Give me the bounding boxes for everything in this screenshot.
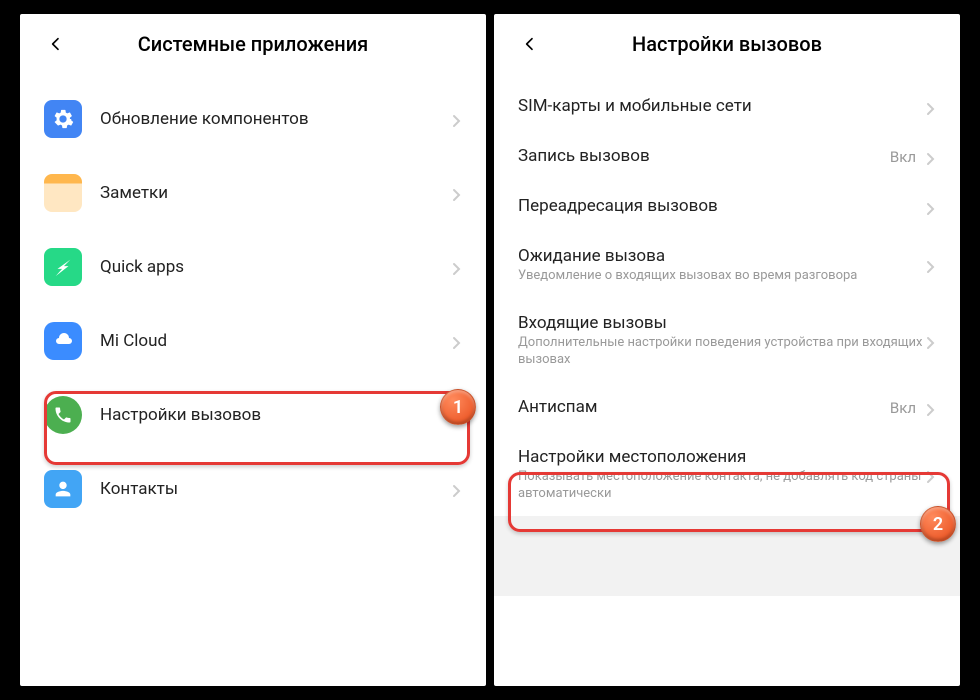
chevron-right-icon xyxy=(926,403,936,413)
item-subtitle: Дополнительные настройки поведения устро… xyxy=(518,335,926,369)
item-title: Антиспам xyxy=(518,397,890,417)
step-badge-1: 1 xyxy=(440,389,476,425)
item-label: Mi Cloud xyxy=(100,331,452,351)
item-incoming-calls[interactable]: Входящие вызовы Дополнительные настройки… xyxy=(494,299,960,383)
phone-icon xyxy=(44,396,82,434)
quickapps-icon xyxy=(44,248,82,286)
item-label: Обновление компонентов xyxy=(100,109,452,129)
back-icon xyxy=(522,36,538,52)
chevron-right-icon xyxy=(926,102,936,112)
item-label: Заметки xyxy=(100,183,452,203)
item-subtitle: Уведомление о входящих вызовах во время … xyxy=(518,268,926,285)
page-title: Системные приложения xyxy=(40,32,466,56)
header: Настройки вызовов xyxy=(494,14,960,74)
item-contacts[interactable]: Контакты xyxy=(20,452,486,526)
chevron-right-icon xyxy=(926,470,936,480)
notes-icon xyxy=(44,174,82,212)
item-title: Настройки местоположения xyxy=(518,447,926,467)
chevron-right-icon xyxy=(452,188,462,198)
item-location-settings[interactable]: Настройки местоположения Показывать мест… xyxy=(494,433,960,517)
chevron-right-icon xyxy=(452,262,462,272)
item-sim-networks[interactable]: SIM-карты и мобильные сети xyxy=(494,82,960,132)
item-title: Ожидание вызова xyxy=(518,246,926,266)
back-button[interactable] xyxy=(44,32,68,56)
step-badge-2: 2 xyxy=(920,506,956,542)
item-value: Вкл xyxy=(890,399,916,417)
chevron-right-icon xyxy=(926,202,936,212)
bottom-spacer xyxy=(494,516,960,596)
item-title: Переадресация вызовов xyxy=(518,196,926,216)
item-call-settings[interactable]: Настройки вызовов xyxy=(20,378,486,452)
settings-list: Обновление компонентов Заметки Quick app… xyxy=(20,74,486,526)
item-label: Контакты xyxy=(100,479,452,499)
chevron-right-icon xyxy=(452,336,462,346)
item-call-forwarding[interactable]: Переадресация вызовов xyxy=(494,182,960,232)
chevron-right-icon xyxy=(452,484,462,494)
cloud-icon xyxy=(44,322,82,360)
chevron-right-icon xyxy=(926,336,936,346)
item-label: Quick apps xyxy=(100,257,452,277)
page-title: Настройки вызовов xyxy=(514,32,940,56)
item-mi-cloud[interactable]: Mi Cloud xyxy=(20,304,486,378)
item-title: Входящие вызовы xyxy=(518,313,926,333)
settings-list: SIM-карты и мобильные сети Запись вызово… xyxy=(494,74,960,516)
chevron-right-icon xyxy=(926,260,936,270)
item-notes[interactable]: Заметки xyxy=(20,156,486,230)
item-label: Настройки вызовов xyxy=(100,405,452,425)
chevron-right-icon xyxy=(452,114,462,124)
item-title: SIM-карты и мобильные сети xyxy=(518,96,926,116)
header: Системные приложения xyxy=(20,14,486,74)
back-icon xyxy=(48,36,64,52)
item-title: Запись вызовов xyxy=(518,146,890,166)
screen-call-settings: Настройки вызовов SIM-карты и мобильные … xyxy=(494,14,960,686)
chevron-right-icon xyxy=(926,152,936,162)
contacts-icon xyxy=(44,470,82,508)
item-component-update[interactable]: Обновление компонентов xyxy=(20,82,486,156)
item-call-waiting[interactable]: Ожидание вызова Уведомление о входящих в… xyxy=(494,232,960,299)
item-value: Вкл xyxy=(890,148,916,166)
item-call-recording[interactable]: Запись вызовов Вкл xyxy=(494,132,960,182)
item-quick-apps[interactable]: Quick apps xyxy=(20,230,486,304)
screen-system-apps: Системные приложения Обновление компонен… xyxy=(20,14,486,686)
back-button[interactable] xyxy=(518,32,542,56)
gear-icon xyxy=(44,100,82,138)
item-antispam[interactable]: Антиспам Вкл xyxy=(494,383,960,433)
item-subtitle: Показывать местоположение контакта, не д… xyxy=(518,469,926,503)
